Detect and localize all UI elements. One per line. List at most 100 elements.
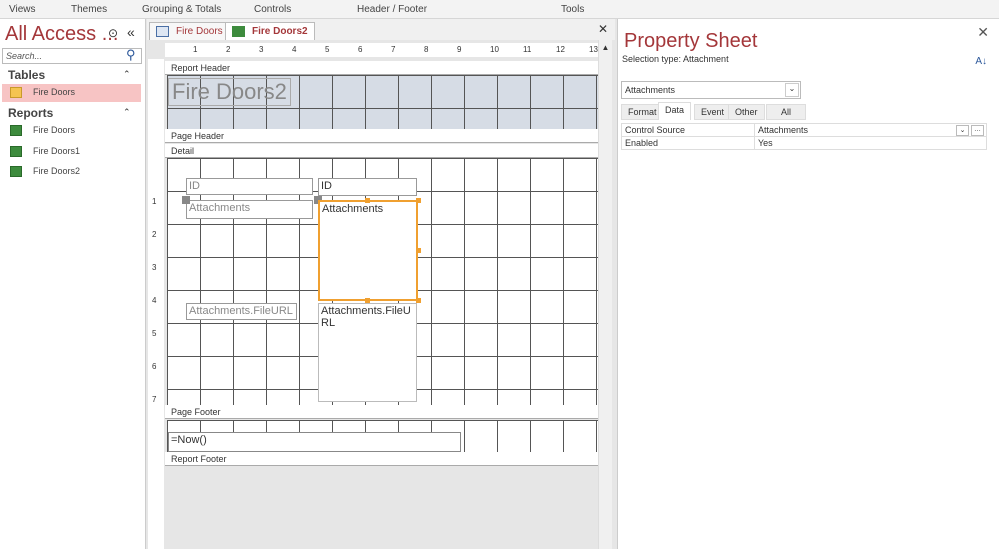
- ruler-tick-label: 1: [193, 45, 198, 54]
- report-header-section[interactable]: Fire Doors2: [167, 75, 598, 129]
- ribbon-header-footer[interactable]: Header / Footer: [357, 4, 427, 15]
- report-icon: [232, 26, 245, 37]
- ribbon-grouping[interactable]: Grouping & Totals: [142, 4, 221, 15]
- ribbon-views[interactable]: Views: [9, 4, 36, 15]
- fileurl-textbox[interactable]: Attachments.FileURL: [318, 303, 417, 402]
- ruler-tick-label: 4: [152, 296, 157, 305]
- property-value[interactable]: Yes: [755, 137, 986, 149]
- property-sheet-title: Property Sheet: [624, 30, 758, 52]
- reports-group[interactable]: Reports: [8, 106, 53, 120]
- id-label[interactable]: ID: [186, 178, 313, 195]
- move-handle[interactable]: [182, 196, 190, 204]
- tables-group[interactable]: Tables: [8, 68, 45, 82]
- id-textbox[interactable]: ID: [318, 178, 417, 196]
- close-icon[interactable]: ✕: [977, 24, 989, 41]
- resize-handle[interactable]: [416, 248, 421, 253]
- report-footer-bar[interactable]: Report Footer: [165, 452, 598, 466]
- tab-other[interactable]: Other: [728, 104, 765, 120]
- fileurl-label[interactable]: Attachments.FileURL: [186, 303, 297, 320]
- ribbon-controls[interactable]: Controls: [254, 4, 291, 15]
- report-title-label[interactable]: Fire Doors2: [168, 78, 291, 106]
- page-header-bar[interactable]: Page Header: [165, 129, 598, 143]
- builder-icon[interactable]: …: [971, 125, 984, 136]
- vertical-ruler: 1 2 3 4 5 6 7: [148, 59, 164, 549]
- ruler-tick-label: 11: [523, 45, 532, 54]
- collapse-group-icon[interactable]: ⌃: [123, 107, 131, 118]
- ruler-tick-label: 3: [152, 263, 157, 272]
- item-label: Fire Doors: [33, 87, 76, 97]
- ruler-tick-label: 7: [152, 395, 157, 404]
- tab-event[interactable]: Event: [694, 104, 732, 120]
- report-icon: [10, 146, 22, 157]
- control-selector[interactable]: Attachments ⌄: [621, 81, 801, 99]
- nav-report-fire-doors2[interactable]: Fire Doors2: [2, 163, 141, 181]
- ruler-tick-label: 7: [391, 45, 396, 54]
- tab-data[interactable]: Data: [658, 102, 692, 120]
- sort-az-icon[interactable]: A↓: [975, 56, 987, 67]
- page-footer-bar[interactable]: Page Footer: [165, 405, 598, 419]
- document-tabs: Fire Doors Fire Doors2 ✕: [147, 19, 615, 40]
- tab-fire-doors[interactable]: Fire Doors: [149, 22, 230, 40]
- nav-report-fire-doors[interactable]: Fire Doors: [2, 122, 141, 140]
- ribbon-group-labels: Views Themes Grouping & Totals Controls …: [0, 0, 999, 19]
- tab-all[interactable]: All: [766, 104, 806, 120]
- resize-handle[interactable]: [416, 198, 421, 203]
- property-row[interactable]: Control Source Attachments ⌄…: [622, 124, 986, 137]
- tab-label: Fire Doors: [176, 26, 223, 37]
- nav-table-fire-doors[interactable]: Fire Doors: [2, 84, 141, 102]
- tab-fire-doors2[interactable]: Fire Doors2: [225, 22, 315, 40]
- attachments-label[interactable]: Attachments: [186, 200, 313, 219]
- vertical-scrollbar[interactable]: ▲: [598, 40, 612, 549]
- horizontal-ruler: 1 2 3 4 5 6 7 8 9 10 11 12 13: [165, 43, 598, 57]
- property-value[interactable]: Attachments: [755, 124, 986, 136]
- search-icon[interactable]: ⚲: [126, 47, 136, 63]
- report-header-bar[interactable]: Report Header: [165, 61, 598, 75]
- table-icon: [156, 26, 169, 37]
- ribbon-tools[interactable]: Tools: [561, 4, 584, 15]
- collapse-group-icon[interactable]: ⌃: [123, 69, 131, 80]
- item-label: Fire Doors2: [33, 166, 81, 176]
- ribbon-themes[interactable]: Themes: [71, 4, 107, 15]
- ruler-tick-label: 12: [556, 45, 565, 54]
- report-design-surface: 1 2 3 4 5 6 7 8 9 10 11 12 13 1234567 Report Header …: [148, 40, 598, 549]
- ruler-tick-label: 5: [325, 45, 330, 54]
- ruler-tick-label: 10: [490, 45, 499, 54]
- property-grid: Control Source Attachments ⌄… Enabled Yes: [621, 123, 987, 150]
- chevron-down-icon[interactable]: ⌄: [956, 125, 969, 136]
- ruler-tick-label: 2: [152, 230, 157, 239]
- item-label: Fire Doors: [33, 125, 76, 135]
- collapse-pane-icon[interactable]: «: [127, 24, 135, 40]
- ruler-tick-label: 2: [226, 45, 231, 54]
- now-textbox[interactable]: =Now(): [168, 432, 461, 452]
- ruler-tick-label: 3: [259, 45, 264, 54]
- close-document-icon[interactable]: ✕: [598, 22, 608, 36]
- ruler-tick-label: 13: [589, 45, 598, 54]
- report-icon: [10, 166, 22, 177]
- ruler-tick-label: 4: [292, 45, 297, 54]
- property-name: Enabled: [622, 137, 755, 149]
- property-row[interactable]: Enabled Yes: [622, 137, 986, 149]
- tab-label: Fire Doors2: [252, 26, 308, 37]
- ruler-tick-label: 8: [424, 45, 429, 54]
- selection-type: Selection type: Attachment: [622, 54, 729, 64]
- nav-title[interactable]: All Access ...: [5, 23, 118, 46]
- ruler-tick-label: 9: [457, 45, 462, 54]
- nav-menu-icon[interactable]: ⊙: [108, 26, 118, 40]
- property-sheet: Property Sheet ✕ Selection type: Attachm…: [617, 19, 999, 549]
- detail-bar[interactable]: Detail: [165, 144, 598, 158]
- property-name: Control Source: [622, 124, 755, 136]
- ruler-tick-label: 6: [358, 45, 363, 54]
- chevron-down-icon[interactable]: ⌄: [785, 83, 799, 97]
- ruler-tick-label: 1: [152, 197, 157, 206]
- detail-section[interactable]: ID ID Attachments Attachments Attachment…: [167, 158, 598, 405]
- navigation-pane: All Access ... ⊙ « Search... ⚲ Tables ⌃ …: [0, 19, 146, 549]
- resize-handle[interactable]: [365, 198, 370, 203]
- nav-report-fire-doors1[interactable]: Fire Doors1: [2, 143, 141, 161]
- nav-search-input[interactable]: Search...: [2, 48, 142, 64]
- table-icon: [10, 87, 22, 98]
- ruler-tick-label: 6: [152, 362, 157, 371]
- page-footer-section[interactable]: =Now(): [167, 420, 598, 452]
- item-label: Fire Doors1: [33, 146, 81, 156]
- report-icon: [10, 125, 22, 136]
- attachment-control[interactable]: Attachments: [318, 200, 418, 301]
